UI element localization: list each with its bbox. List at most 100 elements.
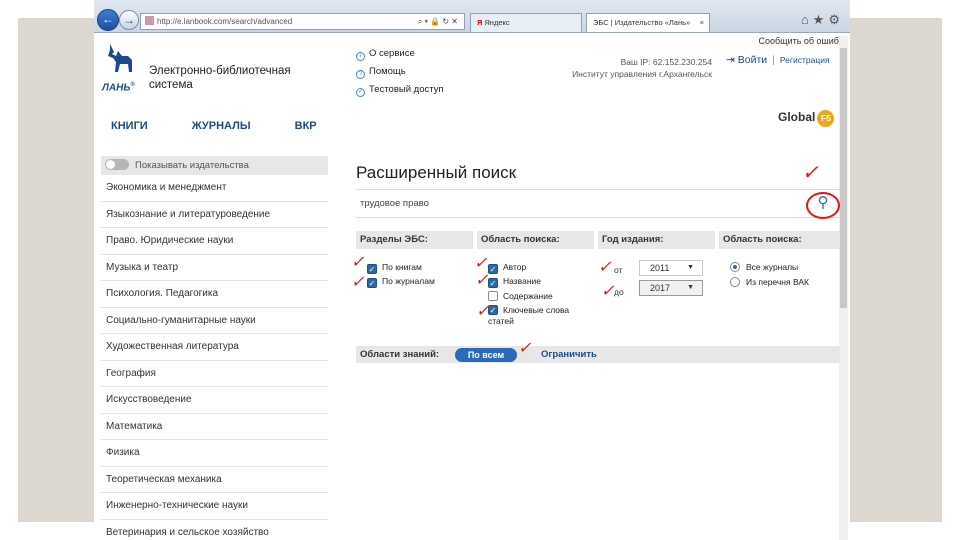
- year-from-label: от: [614, 265, 623, 275]
- tab-label: Яндекс: [484, 18, 510, 27]
- nav-books[interactable]: КНИГИ: [111, 120, 148, 132]
- tab-ebs[interactable]: ЭБС | Издательство «Лань» ×: [586, 13, 710, 32]
- keywords-checkbox[interactable]: ✓ Ключевые слова статей: [488, 305, 580, 329]
- search-input[interactable]: трудовое право: [356, 189, 840, 218]
- help-icon: ?: [356, 70, 365, 79]
- vak-journals-radio[interactable]: Из перечня ВАК: [730, 276, 809, 290]
- knowledge-areas-bar: Области знаний:: [356, 346, 840, 363]
- year-header: Год издания:: [598, 231, 715, 249]
- browser-toolbar: ← → http://e.lanbook.com/search/advanced…: [94, 0, 850, 33]
- annotation-check-icon: ✓: [598, 257, 612, 276]
- browser-window: ← → http://e.lanbook.com/search/advanced…: [94, 0, 850, 540]
- journal-scope-header: Область поиска:: [719, 231, 840, 249]
- ip-info: Ваш IP: 62.152.230.254 Институт управлен…: [572, 56, 712, 80]
- checkbox-icon: [488, 291, 498, 301]
- help-link[interactable]: ? Помощь: [356, 65, 444, 83]
- institution-line: Институт управления г.Архангельск: [572, 69, 712, 79]
- books-checkbox[interactable]: ✓ По книгам: [367, 261, 422, 275]
- yandex-icon: Я: [477, 18, 483, 27]
- ip-line: Ваш IP: 62.152.230.254: [620, 57, 712, 67]
- browser-icons[interactable]: ⌂★⚙: [801, 12, 844, 28]
- sidebar-item-category[interactable]: Право. Юридические науки: [101, 228, 328, 255]
- scope-header: Область поиска:: [477, 231, 594, 249]
- sidebar-item-category[interactable]: Языкознание и литературоведение: [101, 202, 328, 228]
- annotation-check-icon: ✓: [476, 301, 490, 320]
- nav-journals[interactable]: ЖУРНАЛЫ: [192, 120, 251, 132]
- checkbox-icon: ✓: [488, 278, 498, 288]
- content-checkbox[interactable]: Содержание: [488, 290, 553, 304]
- close-tab-icon[interactable]: ×: [700, 14, 704, 32]
- f5-badge: F5: [817, 110, 835, 127]
- nav-vkr[interactable]: ВКР: [295, 120, 317, 132]
- address-bar[interactable]: http://e.lanbook.com/search/advanced ⌕ ▾…: [140, 13, 465, 30]
- checkbox-icon: ✓: [367, 264, 377, 274]
- deer-logo-icon: [108, 44, 132, 72]
- sidebar-item-category[interactable]: Художественная литература: [101, 334, 328, 361]
- radio-icon: [730, 262, 740, 272]
- chevron-down-icon: ▼: [687, 284, 694, 291]
- trial-link[interactable]: ✓ Тестовый доступ: [356, 83, 444, 101]
- page-scrollbar[interactable]: [839, 36, 848, 540]
- publishers-toggle-row: Показывать издательства: [101, 156, 328, 175]
- checkbox-icon: ✓: [367, 278, 377, 288]
- main-nav: КНИГИ ЖУРНАЛЫ ВКР: [111, 116, 361, 134]
- title-checkbox[interactable]: ✓ Название: [488, 275, 541, 289]
- chevron-down-icon: ▼: [687, 264, 694, 271]
- annotation-check-icon: ✓: [802, 160, 819, 184]
- tab-label: ЭБС | Издательство «Лань»: [593, 18, 691, 27]
- page-title: Расширенный поиск: [356, 163, 517, 182]
- service-links: iО сервисе ? Помощь ✓ Тестовый доступ: [356, 47, 444, 101]
- annotation-circle: [806, 192, 840, 219]
- info-icon: i: [356, 52, 365, 61]
- checkbox-icon: ✓: [488, 305, 498, 315]
- address-icons[interactable]: ⌕ ▾ 🔒 ↻ ✕: [418, 14, 458, 29]
- sidebar-item-category[interactable]: География: [101, 361, 328, 387]
- check-icon: ✓: [356, 88, 365, 97]
- sidebar-item-category[interactable]: Музыка и театр: [101, 255, 328, 281]
- logo-text[interactable]: ЛАНЬ®: [102, 82, 135, 93]
- sections-header: Разделы ЭБС:: [356, 231, 473, 249]
- tab-yandex[interactable]: Я Яндекс: [470, 13, 582, 32]
- limit-link[interactable]: Ограничить: [541, 349, 597, 360]
- global-f5-logo[interactable]: Global F5: [778, 110, 835, 127]
- author-checkbox[interactable]: ✓ Автор: [488, 261, 526, 275]
- annotation-check-icon: ✓: [351, 252, 365, 271]
- sidebar-item-category[interactable]: Экономика и менеджмент: [101, 175, 328, 202]
- sidebar-item-category[interactable]: Ветеринария и сельское хозяйство: [101, 520, 328, 540]
- scrollbar-thumb[interactable]: [840, 48, 847, 308]
- site-title: Электронно-библиотечная система: [149, 65, 291, 91]
- sidebar-item-category[interactable]: Математика: [101, 414, 328, 440]
- forward-button[interactable]: →: [119, 10, 139, 30]
- page-icon: [145, 16, 154, 25]
- annotation-check-icon: ✓: [475, 270, 489, 289]
- sidebar-item-category[interactable]: Психология. Педагогика: [101, 281, 328, 308]
- toggle-label: Показывать издательства: [135, 160, 249, 171]
- all-journals-radio[interactable]: Все журналы: [730, 261, 798, 275]
- radio-icon: [730, 277, 740, 287]
- login-icon: ⇥: [726, 54, 735, 66]
- sidebar-item-category[interactable]: Физика: [101, 440, 328, 467]
- journals-checkbox[interactable]: ✓ По журналам: [367, 275, 435, 289]
- all-areas-button[interactable]: По всем: [455, 348, 517, 362]
- address-text: http://e.lanbook.com/search/advanced: [157, 17, 293, 26]
- sidebar-item-category[interactable]: Искусствоведение: [101, 387, 328, 414]
- category-sidebar: Показывать издательства Экономика и мене…: [101, 156, 328, 540]
- login-area: ⇥ Войти | Регистрация: [726, 54, 830, 66]
- annotation-check-icon: ✓: [601, 281, 615, 300]
- sidebar-item-category[interactable]: Социально-гуманитарные науки: [101, 308, 328, 334]
- category-list: Экономика и менеджмент Языкознание и лите…: [101, 175, 328, 540]
- register-link[interactable]: Регистрация: [780, 55, 830, 65]
- login-link[interactable]: Войти: [738, 54, 767, 66]
- sidebar-item-category[interactable]: Теоретическая механика: [101, 467, 328, 493]
- back-button[interactable]: ←: [97, 9, 119, 31]
- year-to-label: до: [614, 287, 624, 297]
- about-link[interactable]: iО сервисе: [356, 47, 444, 65]
- sidebar-item-category[interactable]: Инженерно-технические науки: [101, 493, 328, 520]
- annotation-check-icon: ✓: [351, 272, 365, 291]
- year-to-select[interactable]: 2017 ▼: [639, 280, 703, 296]
- publishers-toggle[interactable]: [105, 159, 129, 170]
- checkbox-icon: ✓: [488, 264, 498, 274]
- report-error-link[interactable]: Сообщить об ошибке: [758, 36, 848, 46]
- year-from-select[interactable]: 2011 ▼: [639, 260, 703, 276]
- annotation-check-icon: ✓: [518, 338, 532, 357]
